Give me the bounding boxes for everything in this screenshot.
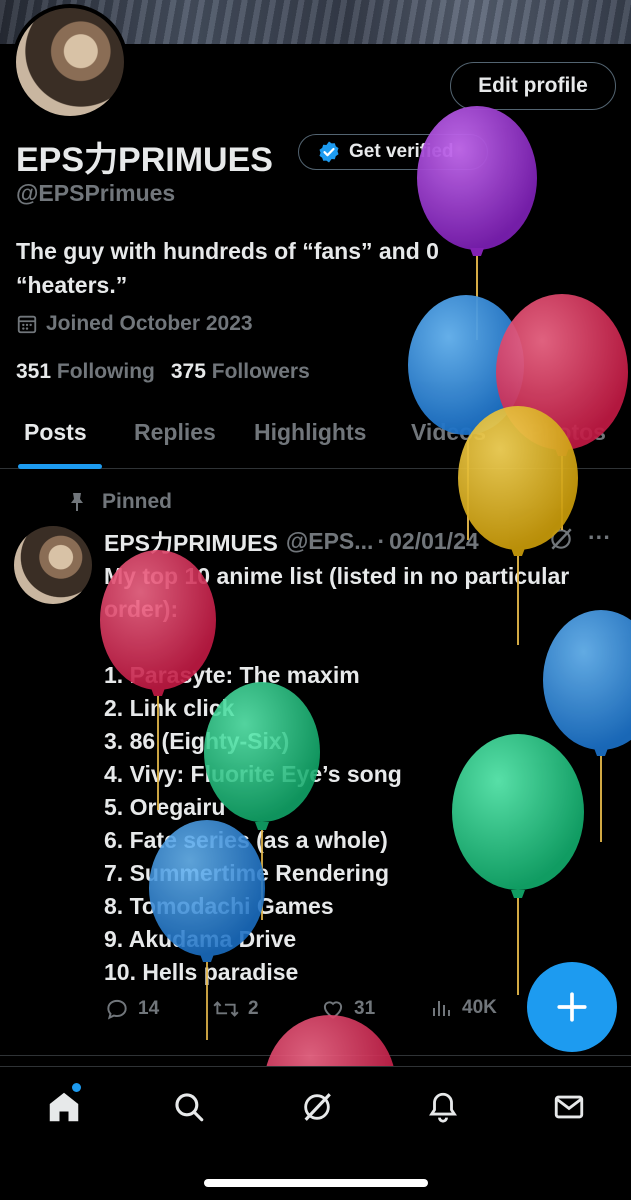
calendar-icon (17, 315, 37, 334)
edit-profile-button[interactable]: Edit profile (450, 62, 616, 110)
profile-handle: @EPSPrimues (16, 180, 176, 206)
reply-count: 14 (138, 998, 160, 1019)
post-author-avatar[interactable] (14, 526, 92, 604)
reply-button[interactable]: 14 (104, 996, 159, 1022)
profile-bio: The guy with hundreds of “fans” and 0 “h… (16, 238, 439, 298)
following-label: Following (56, 360, 155, 383)
profile-avatar[interactable] (12, 4, 128, 120)
joined-date: Joined October 2023 (16, 312, 253, 336)
get-verified-label: Get verified (349, 141, 454, 162)
pinned-indicator: Pinned (68, 490, 172, 514)
tab-highlights[interactable]: Highlights (254, 419, 366, 446)
repost-count: 2 (248, 998, 259, 1019)
home-icon (49, 1092, 79, 1122)
follow-stats: 351 Following 375 Followers (16, 360, 310, 384)
messages-icon (554, 1095, 584, 1119)
tab-videos[interactable]: Videos (411, 419, 486, 446)
nav-messages[interactable] (549, 1087, 589, 1127)
repost-icon (213, 1001, 239, 1017)
display-name: EPS力PRIMUES (16, 141, 273, 179)
views-icon (433, 1001, 450, 1016)
notifications-icon (429, 1092, 457, 1123)
following-count: 351 (16, 360, 52, 383)
more-options-icon[interactable]: ··· (588, 524, 611, 551)
nav-grok[interactable] (297, 1087, 337, 1127)
post-date[interactable]: 02/01/24 (389, 528, 479, 555)
post-text: My top 10 anime list (listed in no parti… (104, 563, 570, 985)
post-divider (0, 1055, 631, 1056)
post-author-handle[interactable]: @EPS... (286, 528, 374, 555)
tab-replies[interactable]: Replies (134, 419, 216, 446)
views-button[interactable]: 40K (430, 996, 497, 1020)
repost-button[interactable]: 2 (212, 996, 259, 1022)
post-author-name[interactable]: EPS力PRIMUES (104, 524, 278, 558)
tab-photos[interactable]: Photos (528, 419, 606, 446)
followers-label: Followers (211, 360, 310, 383)
post-separator: · (377, 527, 386, 554)
joined-label: Joined October 2023 (46, 312, 253, 335)
followers-count: 375 (170, 360, 206, 383)
compose-post-button[interactable] (527, 962, 617, 1052)
heart-icon (323, 1001, 343, 1019)
post-header: EPS力PRIMUES @EPS... · 02/01/24 (104, 524, 624, 558)
tab-posts[interactable]: Posts (24, 419, 87, 446)
like-button[interactable]: 31 (320, 996, 375, 1022)
like-count: 31 (354, 998, 376, 1019)
reply-icon (107, 999, 127, 1020)
nav-search[interactable] (169, 1087, 209, 1127)
active-tab-indicator (18, 464, 102, 469)
grok-icon[interactable] (548, 526, 574, 552)
nav-home[interactable] (44, 1087, 84, 1127)
following-link[interactable]: 351 Following (16, 360, 155, 384)
search-icon (175, 1093, 204, 1122)
post-actions: 14 2 31 40K (104, 996, 524, 1026)
plus-icon (557, 992, 587, 1022)
get-verified-button[interactable]: Get verified (298, 134, 488, 170)
bottom-navigation (0, 1066, 631, 1200)
pinned-label: Pinned (102, 490, 173, 513)
views-count: 40K (462, 997, 497, 1018)
pin-icon (71, 493, 83, 511)
grok-icon (304, 1093, 331, 1121)
followers-link[interactable]: 375 Followers (171, 360, 310, 384)
verified-badge-icon (319, 141, 339, 163)
home-notification-dot (72, 1083, 81, 1092)
profile-tabs: Posts Replies Highlights Videos Photos (0, 405, 631, 469)
nav-notifications[interactable] (423, 1087, 463, 1127)
home-indicator (204, 1179, 428, 1187)
